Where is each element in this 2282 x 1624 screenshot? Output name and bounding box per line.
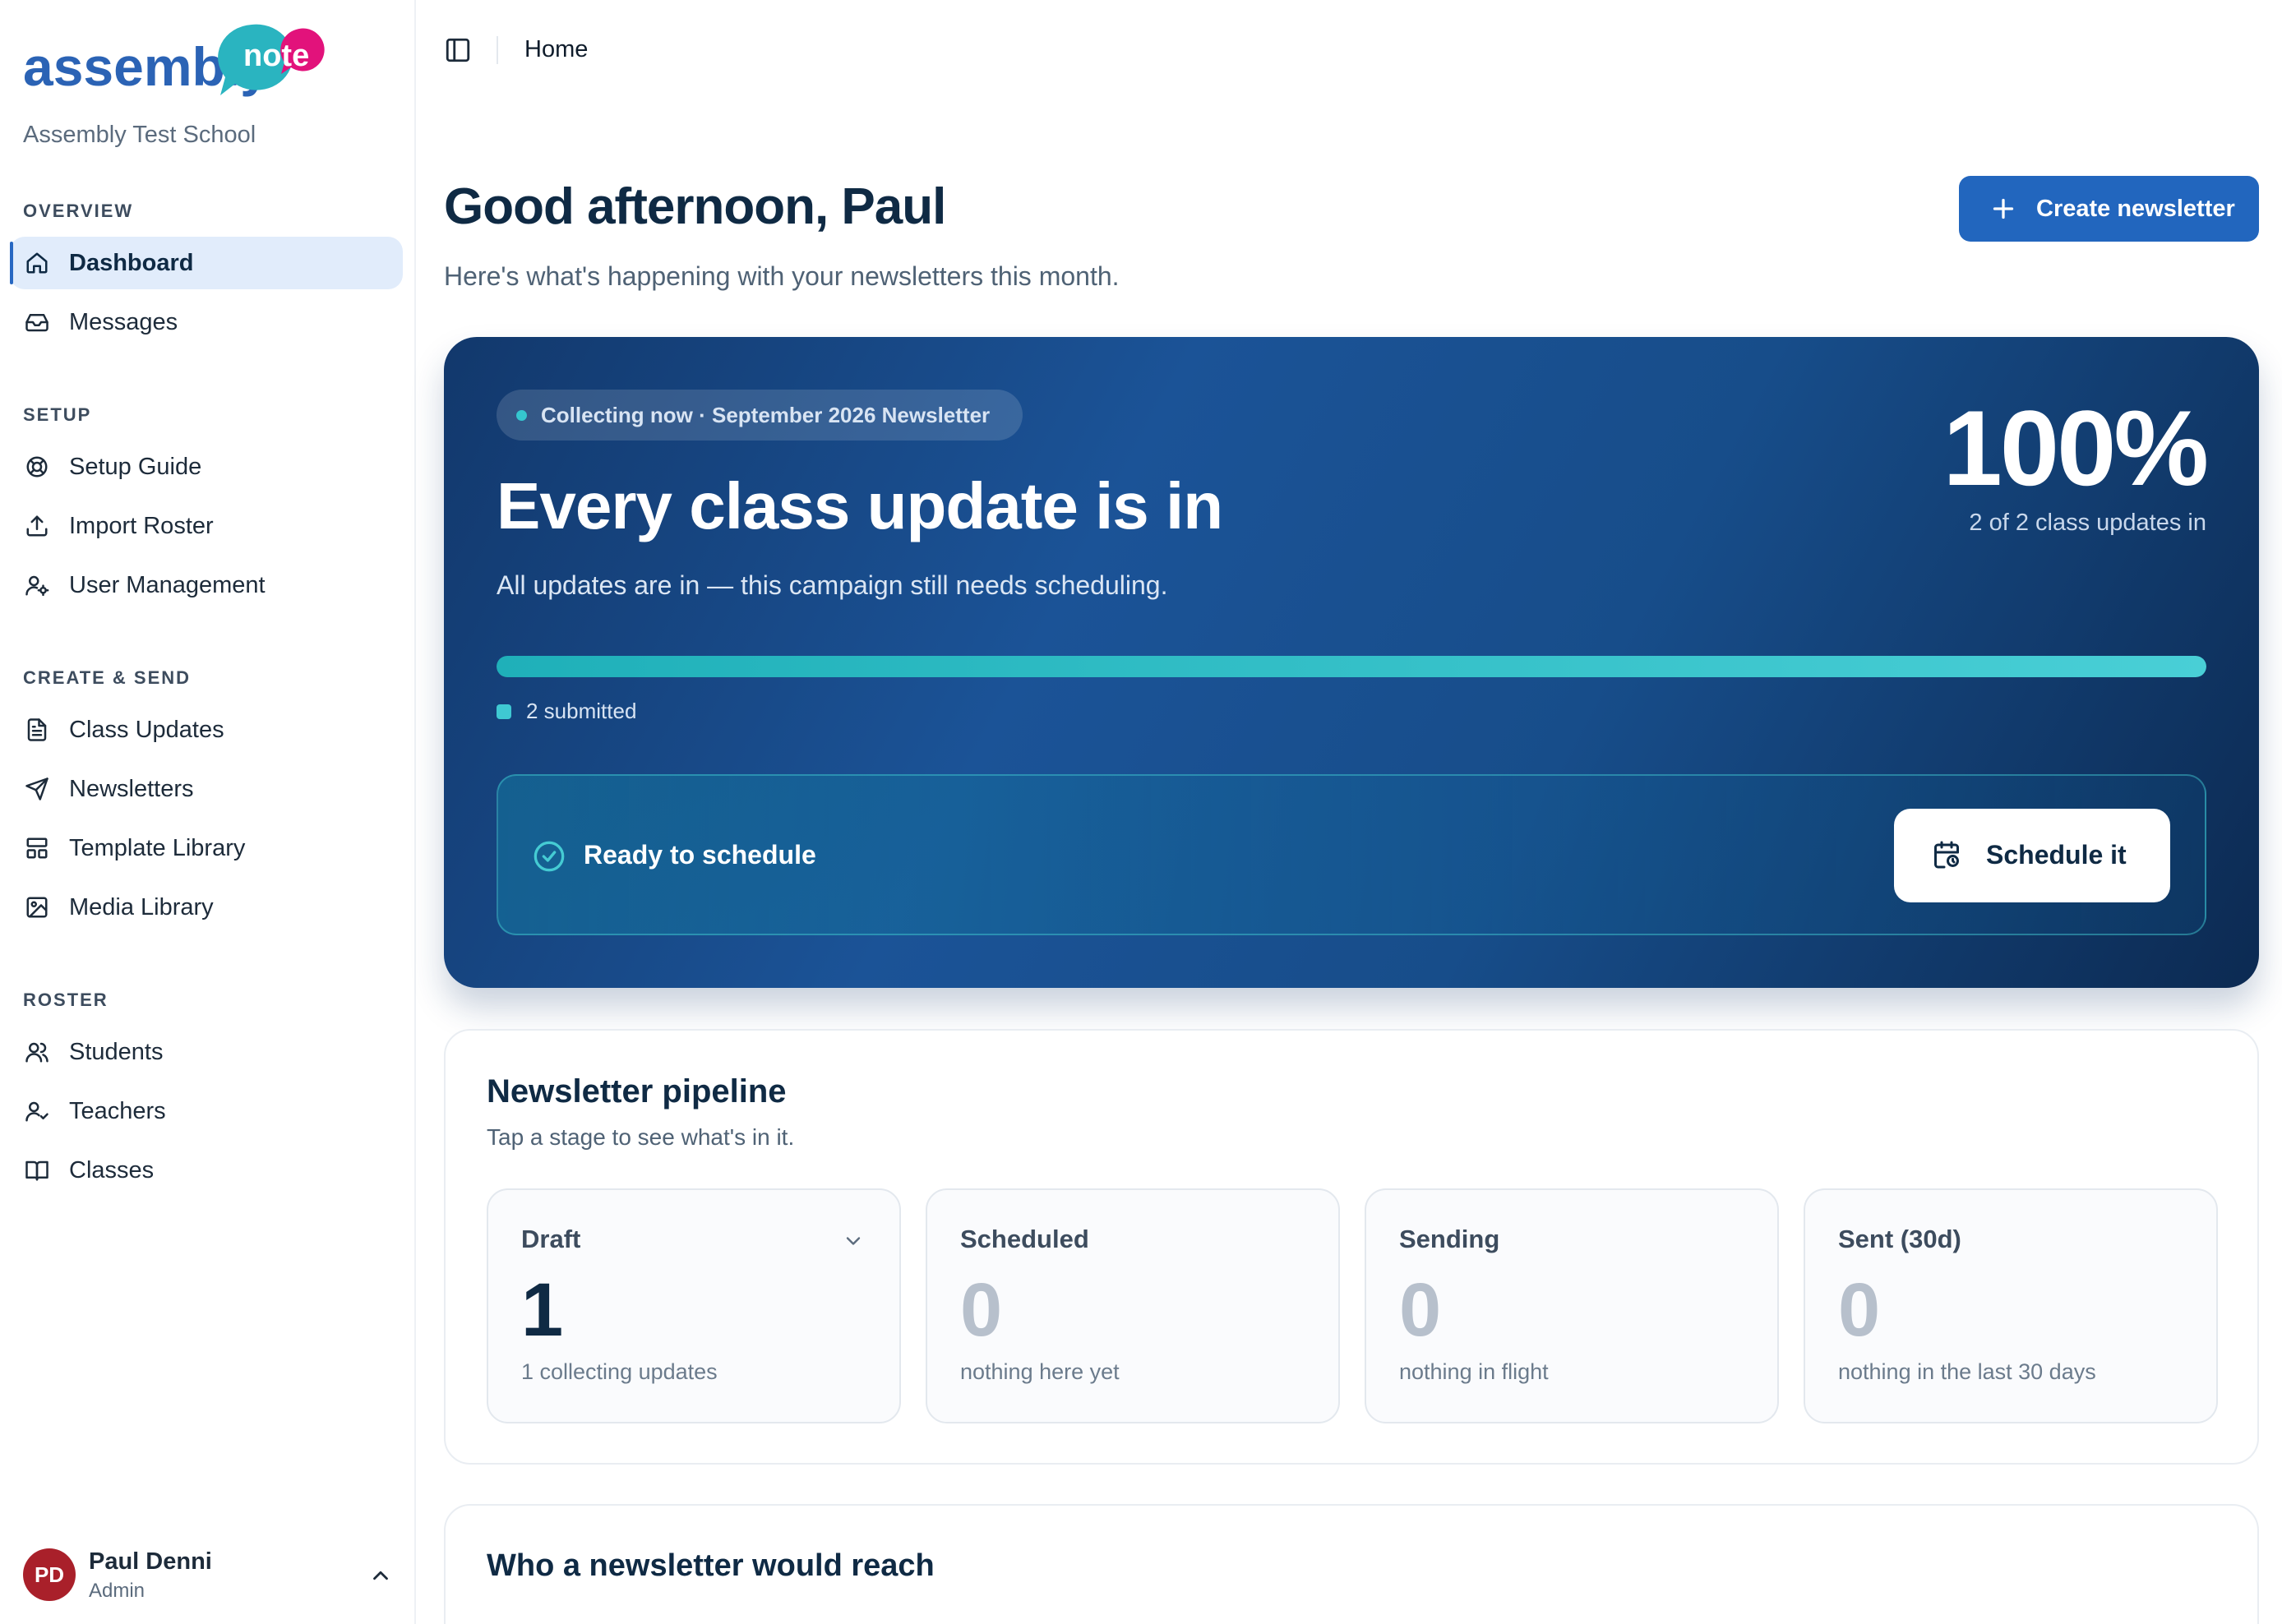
section-label-overview: OVERVIEW xyxy=(23,201,134,221)
stage-sent-30d[interactable]: Sent (30d) 0 nothing in the last 30 days xyxy=(1804,1188,2218,1423)
user-menu[interactable]: PD Paul Denni Admin xyxy=(23,1548,393,1603)
calendar-clock-icon xyxy=(1932,840,1961,870)
sidebar-item-students[interactable]: Students xyxy=(10,1026,403,1078)
stage-count: 1 xyxy=(521,1268,564,1352)
sidebar-item-user-management[interactable]: User Management xyxy=(10,559,403,611)
ready-to-schedule-text: Ready to schedule xyxy=(584,840,816,870)
sidebar-item-newsletters[interactable]: Newsletters xyxy=(10,763,403,815)
schedule-it-label: Schedule it xyxy=(1986,840,2127,870)
layout-icon xyxy=(23,834,51,862)
section-label-create-send: CREATE & SEND xyxy=(23,667,192,688)
sidebar-item-teachers[interactable]: Teachers xyxy=(10,1085,403,1137)
sidebar-item-label: Setup Guide xyxy=(69,453,202,480)
progress-fill xyxy=(497,656,2206,677)
stage-note: nothing in the last 30 days xyxy=(1838,1359,2096,1384)
sidebar-item-classes[interactable]: Classes xyxy=(10,1144,403,1197)
user-check-icon xyxy=(23,1097,51,1125)
sidebar-item-label: Classes xyxy=(69,1156,155,1183)
sidebar: assembly note Assembly Test School OVERV… xyxy=(0,0,416,1624)
campaign-status-card: Collecting now · September 2026 Newslett… xyxy=(444,337,2259,988)
lifebuoy-icon xyxy=(23,453,51,481)
progress-legend: 2 submitted xyxy=(497,699,636,724)
stage-note: 1 collecting updates xyxy=(521,1359,718,1384)
sidebar-item-label: Template Library xyxy=(69,834,246,861)
sidebar-item-dashboard[interactable]: Dashboard xyxy=(10,237,403,289)
plus-icon xyxy=(1989,194,2018,224)
create-newsletter-label: Create newsletter xyxy=(2036,195,2235,222)
updates-progress-bar xyxy=(497,656,2206,677)
image-icon xyxy=(23,893,51,921)
sidebar-item-label: Media Library xyxy=(69,893,214,920)
sidebar-item-label: User Management xyxy=(69,571,266,598)
sidebar-item-label: Class Updates xyxy=(69,716,224,743)
sidebar-item-label: Dashboard xyxy=(69,249,194,276)
upload-icon xyxy=(23,512,51,540)
page-subtitle: Here's what's happening with your newsle… xyxy=(444,261,1120,291)
sidebar-item-class-updates[interactable]: Class Updates xyxy=(10,704,403,756)
legend-swatch xyxy=(497,704,511,719)
sidebar-item-import-roster[interactable]: Import Roster xyxy=(10,500,403,552)
sidebar-item-media-library[interactable]: Media Library xyxy=(10,881,403,934)
stage-count: 0 xyxy=(1399,1268,1442,1352)
completion-percent: 100% xyxy=(1942,388,2209,508)
ready-to-schedule-panel: Ready to schedule Schedule it xyxy=(497,774,2206,935)
newsletter-reach-card: Who a newsletter would reach xyxy=(444,1504,2259,1624)
book-icon xyxy=(23,1156,51,1184)
user-role: Admin xyxy=(89,1580,146,1602)
document-icon xyxy=(23,716,51,744)
chevron-up-icon[interactable] xyxy=(368,1563,393,1588)
section-label-roster: ROSTER xyxy=(23,990,109,1010)
topbar-divider xyxy=(497,36,498,64)
stage-name: Sent (30d) xyxy=(1838,1225,1961,1253)
stage-note: nothing in flight xyxy=(1399,1359,1549,1384)
create-newsletter-button[interactable]: Create newsletter xyxy=(1959,176,2259,242)
sidebar-item-label: Students xyxy=(69,1038,164,1065)
pipeline-title: Newsletter pipeline xyxy=(487,1073,787,1110)
avatar: PD xyxy=(23,1548,76,1601)
user-name: Paul Denni xyxy=(89,1548,212,1575)
sidebar-toggle-icon[interactable] xyxy=(444,36,472,64)
campaign-description: All updates are in — this campaign still… xyxy=(497,570,1168,600)
assembly-note-logo[interactable]: assembly note xyxy=(23,21,344,112)
stage-name: Scheduled xyxy=(960,1225,1089,1253)
sidebar-item-template-library[interactable]: Template Library xyxy=(10,822,403,874)
school-name: Assembly Test School xyxy=(23,122,256,148)
stage-count: 0 xyxy=(1838,1268,1881,1352)
sidebar-item-label: Import Roster xyxy=(69,512,214,539)
reach-title: Who a newsletter would reach xyxy=(487,1548,935,1583)
newsletter-pipeline-card: Newsletter pipeline Tap a stage to see w… xyxy=(444,1029,2259,1465)
send-icon xyxy=(23,775,51,803)
page-title: Good afternoon, Paul xyxy=(444,178,946,235)
stage-sending[interactable]: Sending 0 nothing in flight xyxy=(1365,1188,1779,1423)
campaign-pill-text: Collecting now · September 2026 Newslett… xyxy=(541,402,991,427)
sidebar-item-setup-guide[interactable]: Setup Guide xyxy=(10,441,403,493)
sidebar-item-label: Teachers xyxy=(69,1097,166,1124)
stage-name: Draft xyxy=(521,1225,581,1253)
stage-name: Sending xyxy=(1399,1225,1500,1253)
legend-submitted: 2 submitted xyxy=(526,699,637,723)
status-dot xyxy=(516,410,527,421)
users-icon xyxy=(23,1038,51,1066)
breadcrumb[interactable]: Home xyxy=(524,36,588,63)
section-label-setup: SETUP xyxy=(23,404,92,425)
stage-draft[interactable]: Draft 1 1 collecting updates xyxy=(487,1188,901,1423)
check-circle-icon xyxy=(533,840,566,873)
stage-count: 0 xyxy=(960,1268,1003,1352)
schedule-it-button[interactable]: Schedule it xyxy=(1894,809,2170,902)
stage-note: nothing here yet xyxy=(960,1359,1120,1384)
sidebar-item-messages[interactable]: Messages xyxy=(10,296,403,348)
home-icon xyxy=(23,249,51,277)
stage-scheduled[interactable]: Scheduled 0 nothing here yet xyxy=(926,1188,1340,1423)
svg-text:note: note xyxy=(243,39,309,73)
campaign-title: Every class update is in xyxy=(497,469,1223,542)
inbox-icon xyxy=(23,308,51,336)
campaign-pill: Collecting now · September 2026 Newslett… xyxy=(497,390,1023,441)
sidebar-item-label: Messages xyxy=(69,308,178,335)
chevron-down-icon[interactable] xyxy=(842,1230,865,1253)
completion-count: 2 of 2 class updates in xyxy=(1969,510,2206,536)
pipeline-subtitle: Tap a stage to see what's in it. xyxy=(487,1124,795,1150)
sidebar-item-label: Newsletters xyxy=(69,775,194,802)
user-cog-icon xyxy=(23,571,51,599)
